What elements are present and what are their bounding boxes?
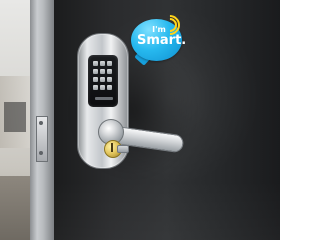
keypad-button — [100, 77, 105, 82]
product-image-frame: I'm Smart. — [0, 0, 280, 240]
keypad-button — [107, 77, 112, 82]
screw-icon — [39, 121, 43, 125]
keypad-button — [93, 77, 98, 82]
keypad-brand-mark — [95, 97, 113, 100]
keypad-button — [93, 85, 98, 90]
screw-icon — [39, 151, 43, 155]
badge-text-line-2: Smart. — [137, 33, 187, 48]
key-slot — [111, 143, 113, 152]
keypad-button — [93, 61, 98, 66]
key-icon — [117, 145, 129, 153]
keypad-button — [107, 85, 112, 90]
door-lower-glow — [54, 180, 280, 240]
office-furniture-detail — [4, 102, 26, 132]
keypad-button — [100, 85, 105, 90]
office-floor-detail — [0, 176, 34, 240]
keypad-button — [100, 61, 105, 66]
keypad-button — [107, 69, 112, 74]
keypad-button — [100, 69, 105, 74]
keypad-button — [107, 61, 112, 66]
keypad-button — [93, 69, 98, 74]
